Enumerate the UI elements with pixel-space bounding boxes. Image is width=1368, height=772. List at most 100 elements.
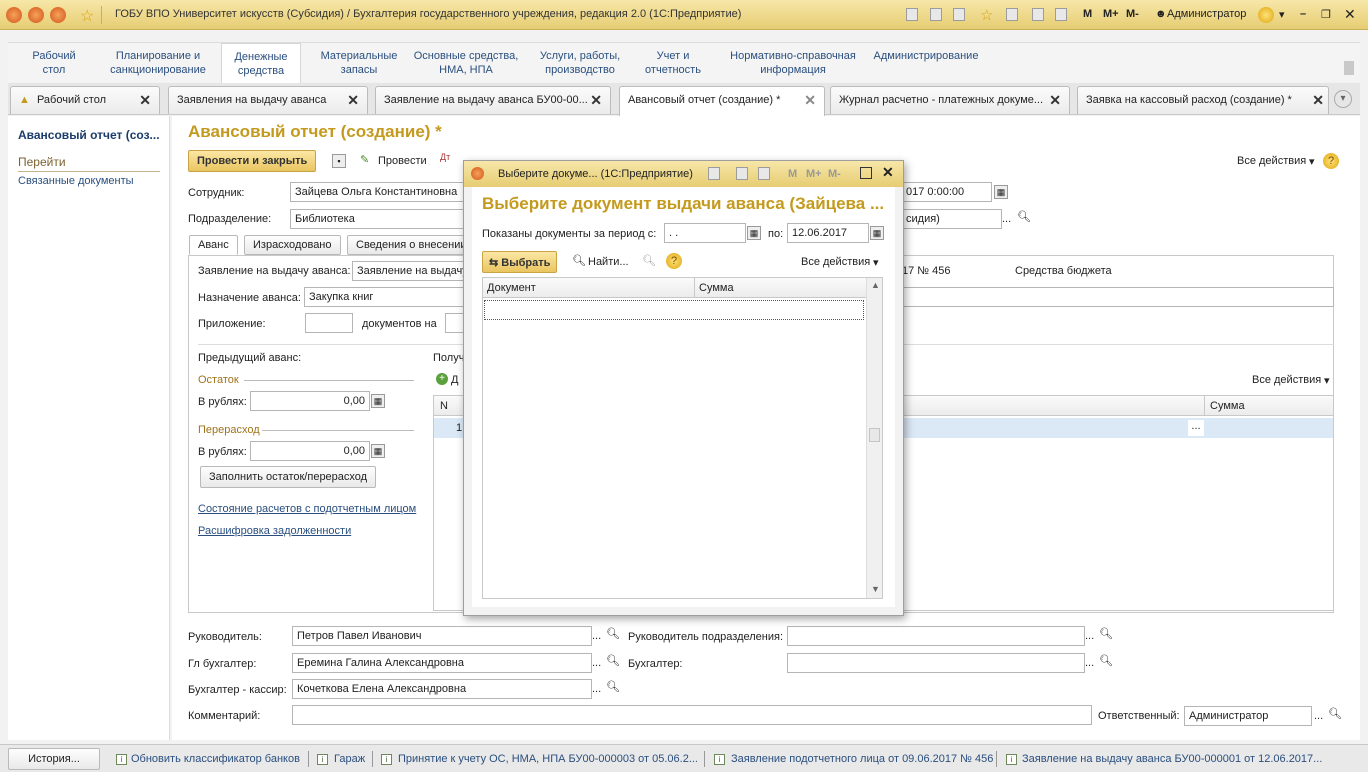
search-icon[interactable]: 🔍︎: [606, 680, 620, 693]
select-button[interactable]: ...: [1085, 630, 1094, 642]
dropdown-icon[interactable]: ▾: [1279, 8, 1285, 21]
subtab-spent[interactable]: Израсходовано: [244, 235, 341, 255]
date-field[interactable]: 017 0:00:00: [902, 182, 992, 202]
menu-fixed-assets[interactable]: Основные средства, НМА, НПА: [410, 49, 522, 77]
dialog-close-icon[interactable]: ✕: [882, 164, 894, 181]
advance-request-field[interactable]: Заявление на выдачу: [352, 261, 464, 281]
save-icon[interactable]: ▪: [332, 154, 346, 168]
memory-m-button[interactable]: M: [1083, 8, 1092, 20]
save-icon[interactable]: [708, 167, 720, 180]
subtab-advance[interactable]: Аванс: [189, 235, 238, 255]
memory-mplus-button[interactable]: M+: [1103, 8, 1119, 20]
link-icon[interactable]: [1006, 8, 1018, 21]
select-button[interactable]: ...: [592, 657, 601, 669]
calendar-icon[interactable]: ▦: [994, 185, 1008, 199]
help-icon[interactable]: ?: [666, 253, 682, 269]
status-item[interactable]: Принятие к учету ОС, НМА, НПА БУ00-00000…: [398, 753, 698, 765]
post-button[interactable]: Провести: [378, 155, 427, 167]
col-document[interactable]: Документ: [487, 282, 536, 294]
maximize-icon[interactable]: [860, 167, 872, 179]
post-and-close-button[interactable]: Провести и закрыть: [188, 150, 317, 172]
employee-field[interactable]: Зайцева Ольга Константиновна: [290, 182, 464, 202]
department-field[interactable]: Библиотека: [290, 209, 464, 229]
select-button[interactable]: ...: [1085, 657, 1094, 669]
accountant-field[interactable]: [787, 653, 1085, 673]
search-icon[interactable]: 🔍︎: [1017, 210, 1031, 223]
favorites-star-icon[interactable]: ☆: [80, 6, 94, 26]
select-button[interactable]: ...: [592, 683, 601, 695]
memory-mplus-button[interactable]: M+: [806, 168, 822, 180]
menu-scroll[interactable]: [1344, 61, 1354, 75]
clear-search-icon[interactable]: 🔍︎: [642, 254, 656, 267]
calendar-icon[interactable]: [1055, 8, 1067, 21]
menu-desktop[interactable]: Рабочий стол: [28, 49, 80, 77]
memory-mminus-button[interactable]: M-: [828, 168, 841, 180]
calendar-icon[interactable]: ▦: [747, 226, 761, 240]
search-icon[interactable]: 🔍︎: [1328, 707, 1342, 720]
menu-cash[interactable]: Денежные средства: [221, 43, 301, 83]
tabs-dropdown-icon[interactable]: ▾: [1334, 90, 1352, 108]
memory-m-button[interactable]: M: [788, 168, 797, 180]
all-actions-menu-2[interactable]: Все действия: [1252, 374, 1321, 386]
select-button[interactable]: ...: [592, 630, 601, 642]
period-from-field[interactable]: . .: [664, 223, 746, 243]
all-actions-menu[interactable]: Все действия: [801, 256, 870, 268]
preview-icon[interactable]: [953, 8, 965, 21]
app-logo-icon[interactable]: [6, 7, 22, 23]
menu-materials[interactable]: Материальные запасы: [314, 49, 404, 77]
calendar-icon[interactable]: [758, 167, 770, 180]
subtab-info[interactable]: Сведения о внесении: [347, 235, 467, 255]
menu-services[interactable]: Услуги, работы, производство: [531, 49, 629, 77]
documents-sheets-field[interactable]: [445, 313, 465, 333]
dept-head-field[interactable]: [787, 626, 1085, 646]
add-button-label[interactable]: Д: [451, 374, 458, 386]
fill-balance-button[interactable]: Заполнить остаток/перерасход: [200, 466, 377, 488]
attachment-count-field[interactable]: [305, 313, 353, 333]
scroll-up-icon[interactable]: ▲: [871, 280, 880, 290]
chief-accountant-field[interactable]: Еремина Галина Александровна: [292, 653, 592, 673]
forward-icon[interactable]: [50, 7, 66, 23]
scroll-down-icon[interactable]: ▼: [871, 584, 880, 594]
add-icon[interactable]: +: [436, 373, 448, 385]
user-name[interactable]: Администратор: [1167, 8, 1246, 20]
tab-cash-expense-request[interactable]: Заявка на кассовый расход (создание) * ✕: [1077, 86, 1329, 114]
close-icon[interactable]: ✕: [1344, 6, 1356, 23]
nav-related-documents[interactable]: Связанные документы: [18, 175, 134, 187]
memory-mminus-button[interactable]: M-: [1126, 8, 1139, 20]
status-item[interactable]: Гараж: [334, 753, 365, 765]
calculator-icon[interactable]: [1032, 8, 1044, 21]
overspend-field[interactable]: 0,00: [250, 441, 370, 461]
tab-close-icon[interactable]: ✕: [804, 92, 816, 109]
calculator-icon[interactable]: ▦: [371, 394, 385, 408]
responsible-field[interactable]: Администратор: [1184, 706, 1312, 726]
cashier-field[interactable]: Кочеткова Елена Александровна: [292, 679, 592, 699]
chevron-down-icon[interactable]: ▾: [1324, 374, 1330, 387]
back-icon[interactable]: [28, 7, 44, 23]
tab-close-icon[interactable]: ✕: [347, 92, 359, 109]
search-icon[interactable]: 🔍︎: [572, 254, 586, 267]
help-icon[interactable]: ?: [1323, 153, 1339, 169]
save-icon[interactable]: [906, 8, 918, 21]
tab-close-icon[interactable]: ✕: [139, 92, 151, 109]
info-icon[interactable]: [1258, 7, 1274, 23]
search-icon[interactable]: 🔍︎: [606, 654, 620, 667]
calendar-icon[interactable]: ▦: [870, 226, 884, 240]
search-icon[interactable]: 🔍︎: [1099, 627, 1113, 640]
tab-close-icon[interactable]: ✕: [1049, 92, 1061, 109]
tab-advance-request-doc[interactable]: Заявление на выдачу аванса БУ00-00... ✕: [375, 86, 611, 114]
balance-field[interactable]: 0,00: [250, 391, 370, 411]
tab-payment-journal[interactable]: Журнал расчетно - платежных докуме... ✕: [830, 86, 1070, 114]
find-button[interactable]: Найти...: [588, 256, 629, 268]
col-n[interactable]: N: [440, 400, 448, 412]
col-sum[interactable]: Сумма: [1210, 400, 1245, 412]
status-item[interactable]: Обновить классификатор банков: [131, 753, 300, 765]
select-button[interactable]: ⇆ Выбрать: [482, 251, 558, 273]
status-item[interactable]: Заявление подотчетного лица от 09.06.201…: [731, 753, 993, 765]
select-button[interactable]: ...: [1314, 710, 1323, 722]
all-actions-menu[interactable]: Все действия: [1237, 155, 1306, 167]
head-field[interactable]: Петров Павел Иванович: [292, 626, 592, 646]
col-sum[interactable]: Сумма: [699, 282, 734, 294]
tab-advance-report[interactable]: Авансовый отчет (создание) * ✕: [619, 86, 825, 116]
print-icon[interactable]: [930, 8, 942, 21]
menu-accounting[interactable]: Учет и отчетность: [638, 49, 708, 77]
